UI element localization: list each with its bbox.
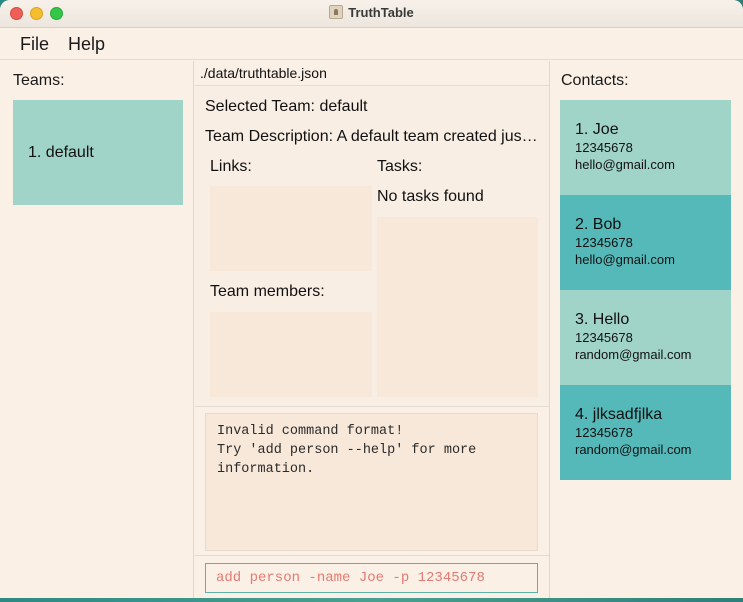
contact-phone: 12345678 xyxy=(575,140,633,155)
window-title: TruthTable xyxy=(348,5,414,20)
team-members-list[interactable] xyxy=(210,312,372,397)
menu-help[interactable]: Help xyxy=(68,34,105,55)
app-icon xyxy=(329,5,344,19)
contact-phone: 12345678 xyxy=(575,235,633,250)
contact-card[interactable]: 1. Joe 12345678 hello@gmail.com xyxy=(560,100,731,195)
contact-phone: 12345678 xyxy=(575,425,633,440)
window-title-wrap: TruthTable xyxy=(0,5,743,20)
command-area xyxy=(195,557,549,598)
contact-email: hello@gmail.com xyxy=(575,252,675,267)
menu-file[interactable]: File xyxy=(20,34,49,55)
contact-card[interactable]: 2. Bob 12345678 hello@gmail.com xyxy=(560,195,731,290)
contact-name: 1. Joe xyxy=(575,121,619,138)
team-description: Team Description: A default team created… xyxy=(205,128,540,145)
tasks-heading: Tasks: xyxy=(377,158,423,175)
file-path-bar: ./data/truthtable.json xyxy=(195,61,549,86)
command-input[interactable] xyxy=(205,563,538,593)
team-name: 1. default xyxy=(28,144,94,161)
contact-card[interactable]: 4. jlksadfjlka 12345678 random@gmail.com xyxy=(560,385,731,480)
contact-name: 3. Hello xyxy=(575,311,630,328)
contact-email: random@gmail.com xyxy=(575,442,692,457)
result-area: Invalid command format! Try 'add person … xyxy=(195,408,549,556)
team-members-heading: Team members: xyxy=(210,283,325,300)
result-display: Invalid command format! Try 'add person … xyxy=(205,413,538,551)
contact-name: 2. Bob xyxy=(575,216,622,233)
contact-name: 4. jlksadfjlka xyxy=(575,406,663,423)
tasks-list[interactable] xyxy=(377,217,538,397)
contacts-panel: Contacts: 1. Joe 12345678 hello@gmail.co… xyxy=(549,61,743,598)
main-panel: ./data/truthtable.json Selected Team: de… xyxy=(195,61,549,598)
file-path: ./data/truthtable.json xyxy=(200,65,327,81)
links-list[interactable] xyxy=(210,186,372,271)
teams-heading: Teams: xyxy=(13,72,65,89)
contacts-heading: Contacts: xyxy=(561,72,629,89)
team-list-item[interactable]: 1. default xyxy=(13,100,183,205)
team-info-panel: Selected Team: default Team Description:… xyxy=(195,87,549,407)
tasks-empty-message: No tasks found xyxy=(377,188,484,205)
contact-email: hello@gmail.com xyxy=(575,157,675,172)
contact-phone: 12345678 xyxy=(575,330,633,345)
menu-bar: File Help xyxy=(0,28,743,60)
contact-email: random@gmail.com xyxy=(575,347,692,362)
title-bar: TruthTable xyxy=(0,0,743,28)
teams-panel: Teams: 1. default xyxy=(0,61,194,598)
contact-card[interactable]: 3. Hello 12345678 random@gmail.com xyxy=(560,290,731,385)
app-window: TruthTable File Help Teams: 1. default .… xyxy=(0,0,743,598)
links-heading: Links: xyxy=(210,158,252,175)
selected-team-label: Selected Team: default xyxy=(205,98,368,115)
